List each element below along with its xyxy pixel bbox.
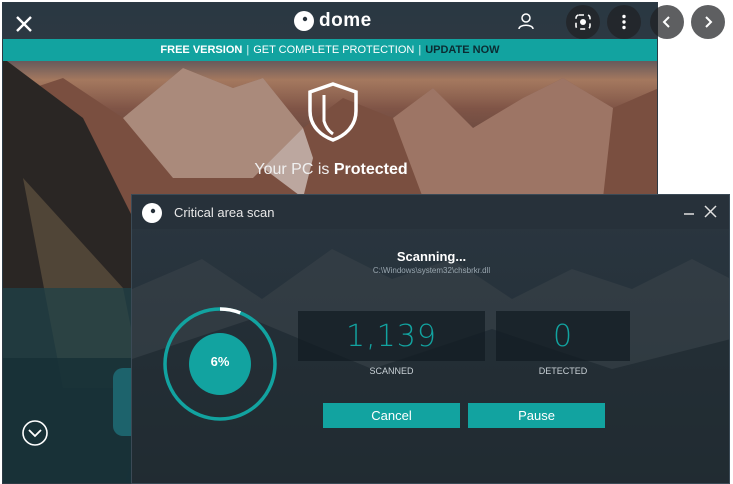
scanned-label: SCANNED: [369, 366, 414, 376]
cancel-button[interactable]: Cancel: [323, 403, 460, 428]
get-protection-link[interactable]: GET COMPLETE PROTECTION: [253, 44, 414, 56]
banner-separator: |: [246, 44, 250, 56]
next-image-button[interactable]: [691, 5, 725, 39]
close-icon[interactable]: [13, 13, 35, 35]
chevron-right-icon: [705, 16, 713, 28]
lens-button[interactable]: [566, 5, 600, 39]
update-now-link[interactable]: UPDATE NOW: [425, 44, 499, 56]
chevron-left-icon: [662, 16, 670, 28]
status-prefix: Your PC is: [254, 161, 330, 178]
main-titlebar: dome: [3, 3, 657, 39]
detected-label: DETECTED: [538, 366, 588, 376]
lens-icon: [575, 14, 591, 30]
dialog-title: Critical area scan: [174, 205, 275, 220]
upgrade-banner[interactable]: FREE VERSION | GET COMPLETE PROTECTION |…: [3, 39, 657, 61]
protection-status: Your PC is Protected: [3, 161, 657, 179]
status-value: Protected: [333, 161, 408, 178]
user-icon[interactable]: [517, 12, 535, 30]
scan-dialog: Critical area scan Scanning... C:\Window…: [131, 194, 730, 484]
close-icon[interactable]: [704, 205, 717, 218]
dome-logo: dome: [293, 10, 372, 32]
scan-file-path: C:\Windows\system32\chsbrkr.dll: [372, 266, 491, 275]
scanned-count: 1,139: [298, 311, 485, 361]
chevron-down-icon[interactable]: [21, 419, 49, 447]
more-options-button[interactable]: [607, 5, 641, 39]
free-version-label: FREE VERSION: [160, 44, 243, 56]
panda-logo-icon: [294, 11, 314, 31]
more-icon: [622, 14, 626, 30]
panda-logo-icon: [142, 203, 162, 223]
logo-text: dome: [319, 10, 372, 31]
detected-count: 0: [496, 311, 630, 361]
progress-percent: 6%: [210, 354, 230, 369]
previous-image-button[interactable]: [650, 5, 684, 39]
banner-separator: |: [418, 44, 422, 56]
scanning-label: Scanning...: [396, 249, 467, 264]
pause-button[interactable]: Pause: [468, 403, 605, 428]
shield-icon: [308, 82, 358, 142]
minimize-icon[interactable]: [683, 205, 695, 217]
dialog-titlebar: Critical area scan: [132, 195, 729, 229]
